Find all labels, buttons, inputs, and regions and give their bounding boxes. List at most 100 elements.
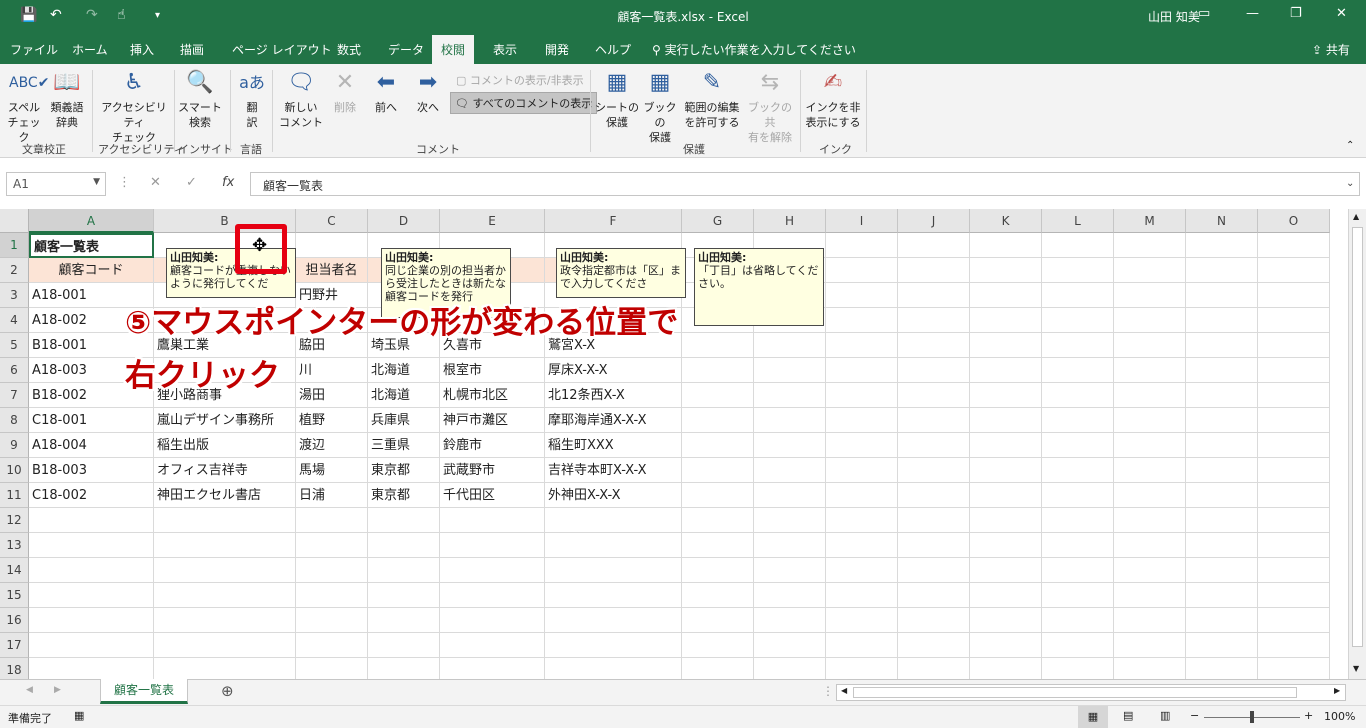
row-header-15[interactable]: 15 (0, 583, 29, 608)
row-header-7[interactable]: 7 (0, 383, 29, 408)
cell-D16[interactable] (368, 608, 440, 633)
collapse-ribbon-icon[interactable]: ⌃ (1346, 140, 1354, 151)
delete-comment-button[interactable]: ✕ 削除 (326, 68, 364, 115)
row-header-2[interactable]: 2 (0, 258, 29, 283)
row-header-1[interactable]: 1 (0, 233, 29, 258)
cell-J9[interactable] (898, 433, 970, 458)
cell-A15[interactable] (29, 583, 154, 608)
insert-function-icon[interactable]: fx (222, 175, 234, 190)
cell-J3[interactable] (898, 283, 970, 308)
cell-J6[interactable] (898, 358, 970, 383)
cell-E18[interactable] (440, 658, 545, 679)
cell-D10[interactable]: 東京都 (368, 458, 440, 483)
cell-O18[interactable] (1258, 658, 1330, 679)
comment-box[interactable]: 山田知美: 政令指定都市は「区」まで入力してくださ (556, 248, 686, 298)
share-button[interactable]: ⇪ 共有 (1312, 41, 1350, 58)
formula-input[interactable]: 顧客一覧表 (250, 172, 1360, 196)
cell-K7[interactable] (970, 383, 1042, 408)
cell-K13[interactable] (970, 533, 1042, 558)
cell-N5[interactable] (1186, 333, 1258, 358)
unshare-workbook-button[interactable]: ⇆ ブックの共 有を解除 (744, 68, 796, 145)
tab-formulas[interactable]: 数式 (337, 41, 361, 58)
cell-N6[interactable] (1186, 358, 1258, 383)
column-header-M[interactable]: M (1114, 209, 1186, 233)
cell-H7[interactable] (754, 383, 826, 408)
cell-B9[interactable]: 稲生出版 (154, 433, 296, 458)
hide-ink-button[interactable]: ✍ インクを非 表示にする (804, 68, 862, 130)
cell-M18[interactable] (1114, 658, 1186, 679)
cell-O3[interactable] (1258, 283, 1330, 308)
cell-G13[interactable] (682, 533, 754, 558)
cell-E13[interactable] (440, 533, 545, 558)
zoom-level[interactable]: 100% (1324, 710, 1355, 723)
cell-N15[interactable] (1186, 583, 1258, 608)
allow-edit-ranges-button[interactable]: ✎ 範囲の編集 を許可する (680, 68, 744, 130)
column-header-E[interactable]: E (440, 209, 545, 233)
tab-draw[interactable]: 描画 (180, 41, 204, 58)
cell-H18[interactable] (754, 658, 826, 679)
cell-A18[interactable] (29, 658, 154, 679)
cell-C18[interactable] (296, 658, 368, 679)
cell-N16[interactable] (1186, 608, 1258, 633)
cell-G7[interactable] (682, 383, 754, 408)
page-layout-view-icon[interactable]: ▤ (1123, 709, 1133, 722)
cell-K11[interactable] (970, 483, 1042, 508)
tab-help[interactable]: ヘルプ (595, 41, 631, 58)
zoom-in-icon[interactable]: + (1304, 709, 1313, 722)
tell-me-box[interactable]: ⚲ 実行したい作業を入力してください (652, 41, 856, 58)
column-header-J[interactable]: J (898, 209, 970, 233)
scroll-up-icon[interactable]: ▲ (1353, 212, 1359, 221)
column-header-I[interactable]: I (826, 209, 898, 233)
cell-C14[interactable] (296, 558, 368, 583)
cell-G10[interactable] (682, 458, 754, 483)
expand-formula-bar-icon[interactable]: ⌄ (1346, 178, 1354, 189)
cell-O4[interactable] (1258, 308, 1330, 333)
cell-M6[interactable] (1114, 358, 1186, 383)
select-all-corner[interactable] (0, 209, 29, 233)
cell-F13[interactable] (545, 533, 682, 558)
cell-L3[interactable] (1042, 283, 1114, 308)
tab-file[interactable]: ファイル (10, 41, 58, 58)
accessibility-button[interactable]: ♿ アクセシビリティ チェック (96, 68, 172, 145)
cell-I6[interactable] (826, 358, 898, 383)
column-header-C[interactable]: C (296, 209, 368, 233)
cell-G17[interactable] (682, 633, 754, 658)
cell-M10[interactable] (1114, 458, 1186, 483)
column-header-H[interactable]: H (754, 209, 826, 233)
cell-L7[interactable] (1042, 383, 1114, 408)
show-all-comments-button[interactable]: 🗨 すべてのコメントの表示 (450, 92, 598, 114)
cell-N10[interactable] (1186, 458, 1258, 483)
cell-K12[interactable] (970, 508, 1042, 533)
cell-L13[interactable] (1042, 533, 1114, 558)
cell-O2[interactable] (1258, 258, 1330, 283)
cell-N13[interactable] (1186, 533, 1258, 558)
cell-K5[interactable] (970, 333, 1042, 358)
cell-N8[interactable] (1186, 408, 1258, 433)
prev-sheet-icon[interactable]: ◀ (26, 685, 33, 695)
cell-O1[interactable] (1258, 233, 1330, 258)
cell-E17[interactable] (440, 633, 545, 658)
tab-page-layout[interactable]: ページ レイアウト (232, 41, 332, 58)
cell-I2[interactable] (826, 258, 898, 283)
cell-F6[interactable]: 厚床X-X-X (545, 358, 682, 383)
cell-D14[interactable] (368, 558, 440, 583)
cell-M11[interactable] (1114, 483, 1186, 508)
cell-E12[interactable] (440, 508, 545, 533)
cell-C7[interactable]: 湯田 (296, 383, 368, 408)
cancel-icon[interactable]: ✕ (150, 175, 161, 190)
cell-G8[interactable] (682, 408, 754, 433)
cell-C16[interactable] (296, 608, 368, 633)
add-sheet-icon[interactable]: ⊕ (221, 682, 234, 700)
cell-O12[interactable] (1258, 508, 1330, 533)
cell-L2[interactable] (1042, 258, 1114, 283)
cell-N4[interactable] (1186, 308, 1258, 333)
protect-workbook-button[interactable]: ▦ ブックの 保護 (640, 68, 680, 145)
zoom-slider-thumb[interactable] (1250, 711, 1254, 723)
cell-A11[interactable]: C18-002 (29, 483, 154, 508)
cell-O15[interactable] (1258, 583, 1330, 608)
page-break-view-icon[interactable]: ▥ (1160, 709, 1170, 722)
cell-L4[interactable] (1042, 308, 1114, 333)
cell-D6[interactable]: 北海道 (368, 358, 440, 383)
cell-I11[interactable] (826, 483, 898, 508)
new-comment-button[interactable]: 🗨 新しい コメント (278, 68, 324, 130)
